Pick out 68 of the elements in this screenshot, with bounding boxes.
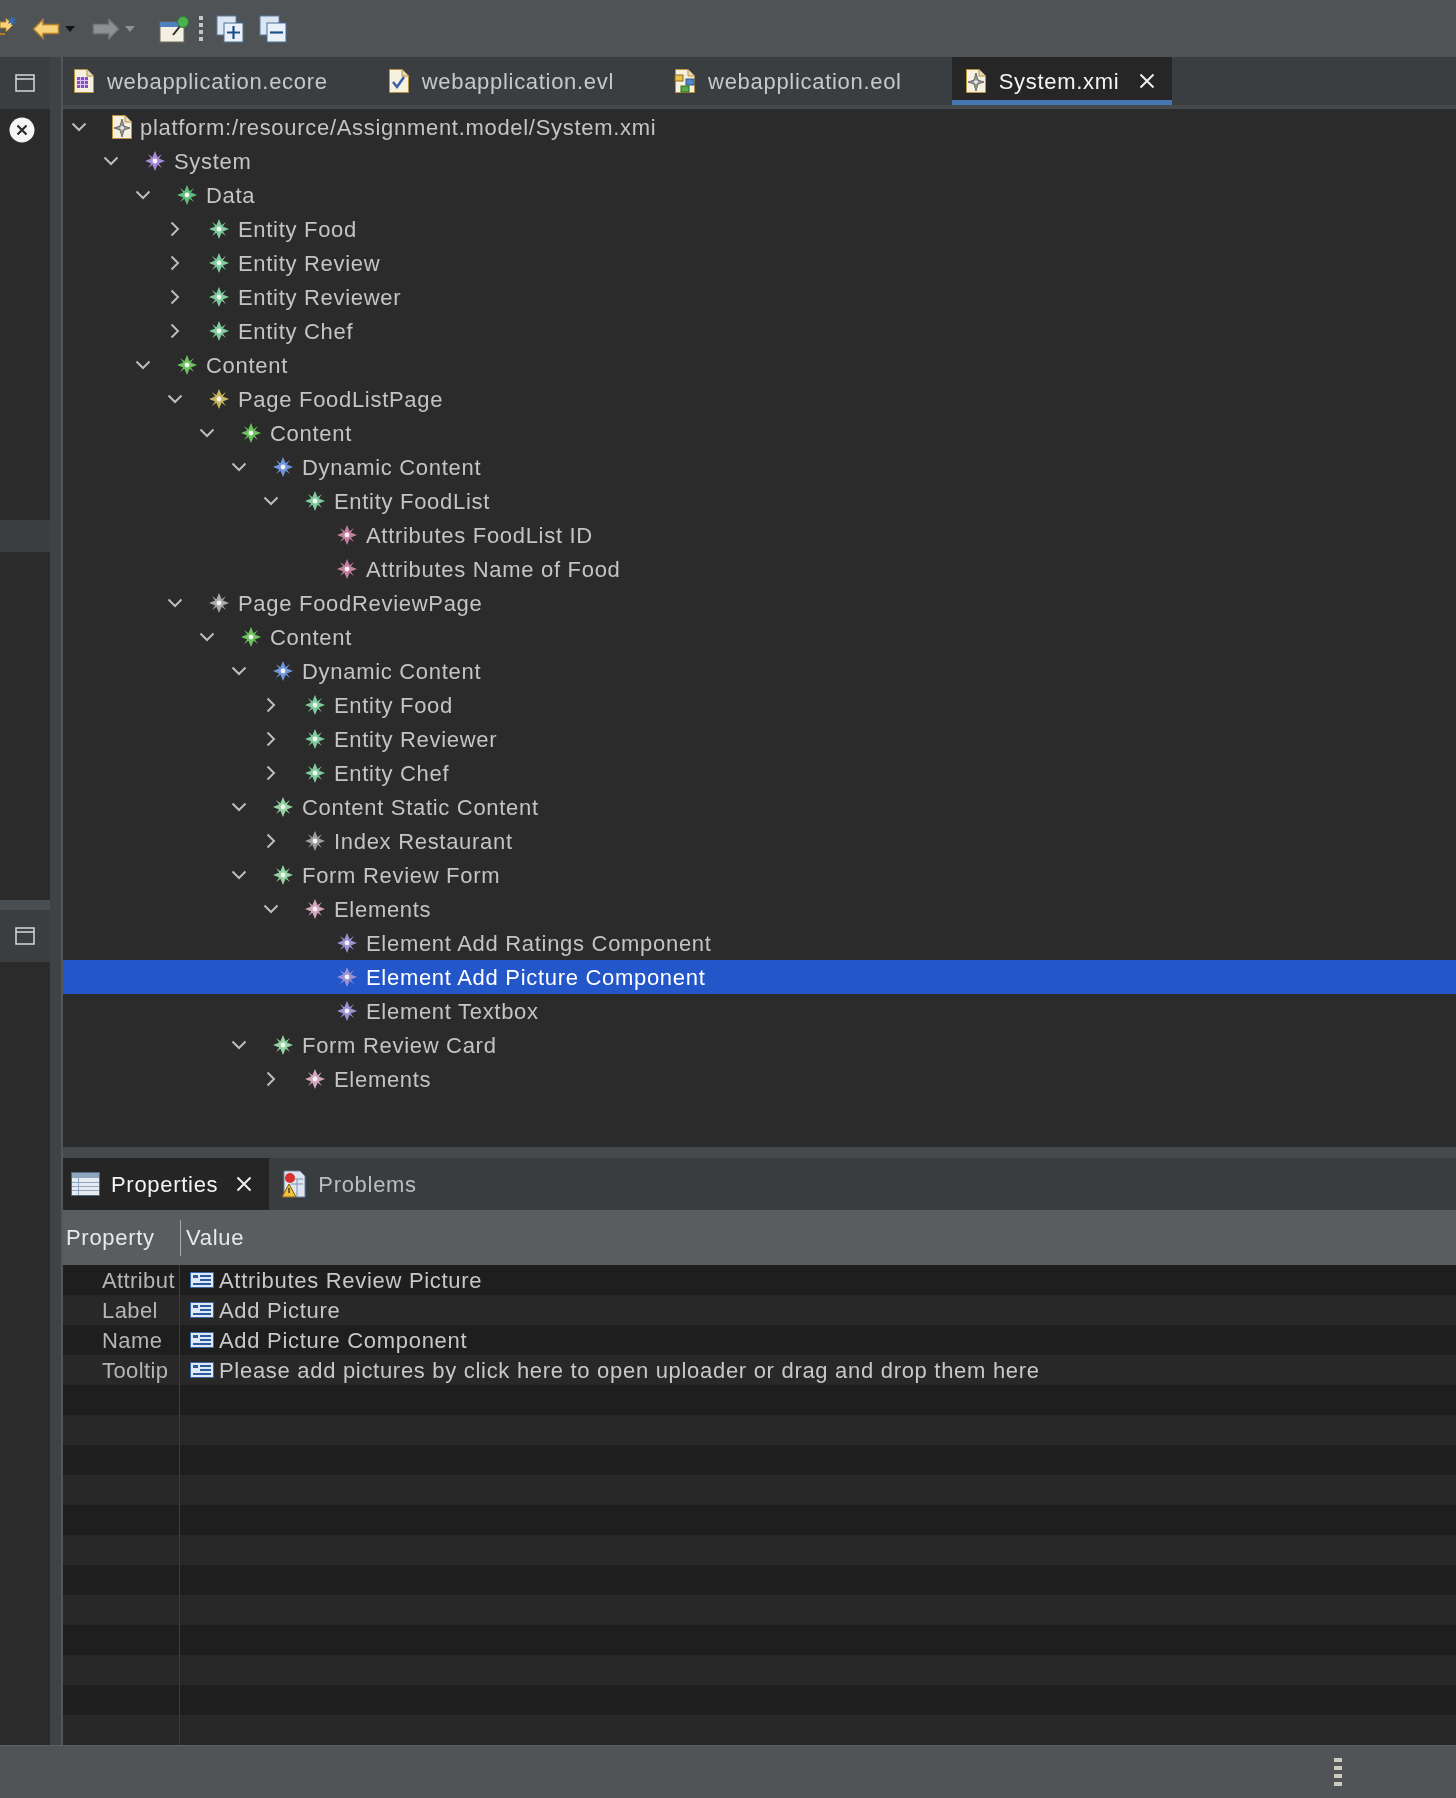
- tree-item[interactable]: Entity Reviewer: [63, 280, 1456, 314]
- expand-all-icon[interactable]: [216, 14, 244, 43]
- side-band: [0, 520, 50, 552]
- tree-item[interactable]: Entity Reviewer: [63, 722, 1456, 756]
- close-icon[interactable]: [236, 1176, 253, 1192]
- editor-tab[interactable]: webapplication.evl: [377, 57, 665, 105]
- file-icon: [111, 114, 133, 140]
- tree-item[interactable]: platform:/resource/Assignment.model/System.xmi: [63, 110, 1456, 144]
- tree-item[interactable]: Content Static Content: [63, 790, 1456, 824]
- left-arrow-icon[interactable]: [32, 17, 60, 40]
- tree-item[interactable]: Entity Review: [63, 246, 1456, 280]
- close-icon[interactable]: [9, 117, 35, 143]
- tree-item[interactable]: Content: [63, 620, 1456, 654]
- tree-item[interactable]: Page FoodReviewPage: [63, 586, 1456, 620]
- column-header: Property: [65, 1224, 156, 1252]
- property-name: Attribut: [101, 1266, 176, 1295]
- panel-tab[interactable]: Properties: [63, 1158, 270, 1210]
- tree-item[interactable]: Entity FoodList: [63, 484, 1456, 518]
- dots-separator-icon: [199, 16, 203, 41]
- text-property-icon: [190, 1272, 214, 1288]
- editor-tab[interactable]: webapplication.eol: [664, 57, 952, 105]
- property-value: Add Picture Component: [219, 1326, 468, 1355]
- tree-item[interactable]: Entity Chef: [63, 756, 1456, 790]
- window-icon[interactable]: [15, 74, 35, 92]
- text-property-icon: [190, 1302, 214, 1318]
- property-name: Tooltip: [101, 1356, 170, 1385]
- tree-item[interactable]: Content: [63, 416, 1456, 450]
- column-header: Value: [186, 1224, 245, 1252]
- editor-tab[interactable]: webapplication.ecore: [63, 57, 378, 105]
- blocks-file-icon: [674, 68, 697, 94]
- tree-item[interactable]: Dynamic Content: [63, 450, 1456, 484]
- collapse-all-icon[interactable]: [259, 14, 287, 43]
- property-value: Attributes Review Picture: [219, 1266, 483, 1295]
- tree-item[interactable]: Content: [63, 348, 1456, 382]
- problems-icon: [281, 1170, 308, 1198]
- tree-item[interactable]: Element Textbox: [63, 994, 1456, 1028]
- tree-item[interactable]: Attributes Name of Food: [63, 552, 1456, 586]
- tree-item[interactable]: Element Add Ratings Component: [63, 926, 1456, 960]
- table-icon: [71, 1172, 100, 1196]
- text-property-icon: [190, 1362, 214, 1378]
- tree-item[interactable]: Dynamic Content: [63, 654, 1456, 688]
- tree-item[interactable]: Elements: [63, 892, 1456, 926]
- property-name: Label: [101, 1296, 159, 1325]
- tree-item[interactable]: System: [63, 144, 1456, 178]
- check-file-icon: [387, 68, 410, 94]
- tree-item[interactable]: Entity Food: [63, 688, 1456, 722]
- property-value: Add Picture: [219, 1296, 341, 1325]
- window-pin-icon[interactable]: [159, 14, 189, 43]
- grid-file-icon: [73, 68, 95, 94]
- tree-item[interactable]: Element Add Picture Component: [63, 960, 1456, 994]
- panel-tab[interactable]: Problems: [269, 1158, 429, 1210]
- editor-tab[interactable]: System.xmi: [951, 57, 1173, 105]
- close-icon[interactable]: [1139, 73, 1156, 89]
- tree-item[interactable]: Entity Food: [63, 212, 1456, 246]
- property-name: Name: [101, 1326, 164, 1355]
- window-icon[interactable]: [15, 927, 35, 945]
- property-value: Please add pictures by click here to open uploader or drag and drop them here: [219, 1356, 1040, 1385]
- tree-item[interactable]: Form Review Form: [63, 858, 1456, 892]
- tree-item[interactable]: Entity Chef: [63, 314, 1456, 348]
- tree-item[interactable]: Attributes FoodList ID: [63, 518, 1456, 552]
- tree-item[interactable]: Data: [63, 178, 1456, 212]
- tree-item[interactable]: Index Restaurant: [63, 824, 1456, 858]
- tree-item[interactable]: Elements: [63, 1062, 1456, 1096]
- tree-item[interactable]: Page FoodListPage: [63, 382, 1456, 416]
- grip-icon[interactable]: [1334, 1758, 1342, 1786]
- text-property-icon: [190, 1332, 214, 1348]
- tree-item[interactable]: Form Review Card: [63, 1028, 1456, 1062]
- star-file-icon: [964, 68, 987, 94]
